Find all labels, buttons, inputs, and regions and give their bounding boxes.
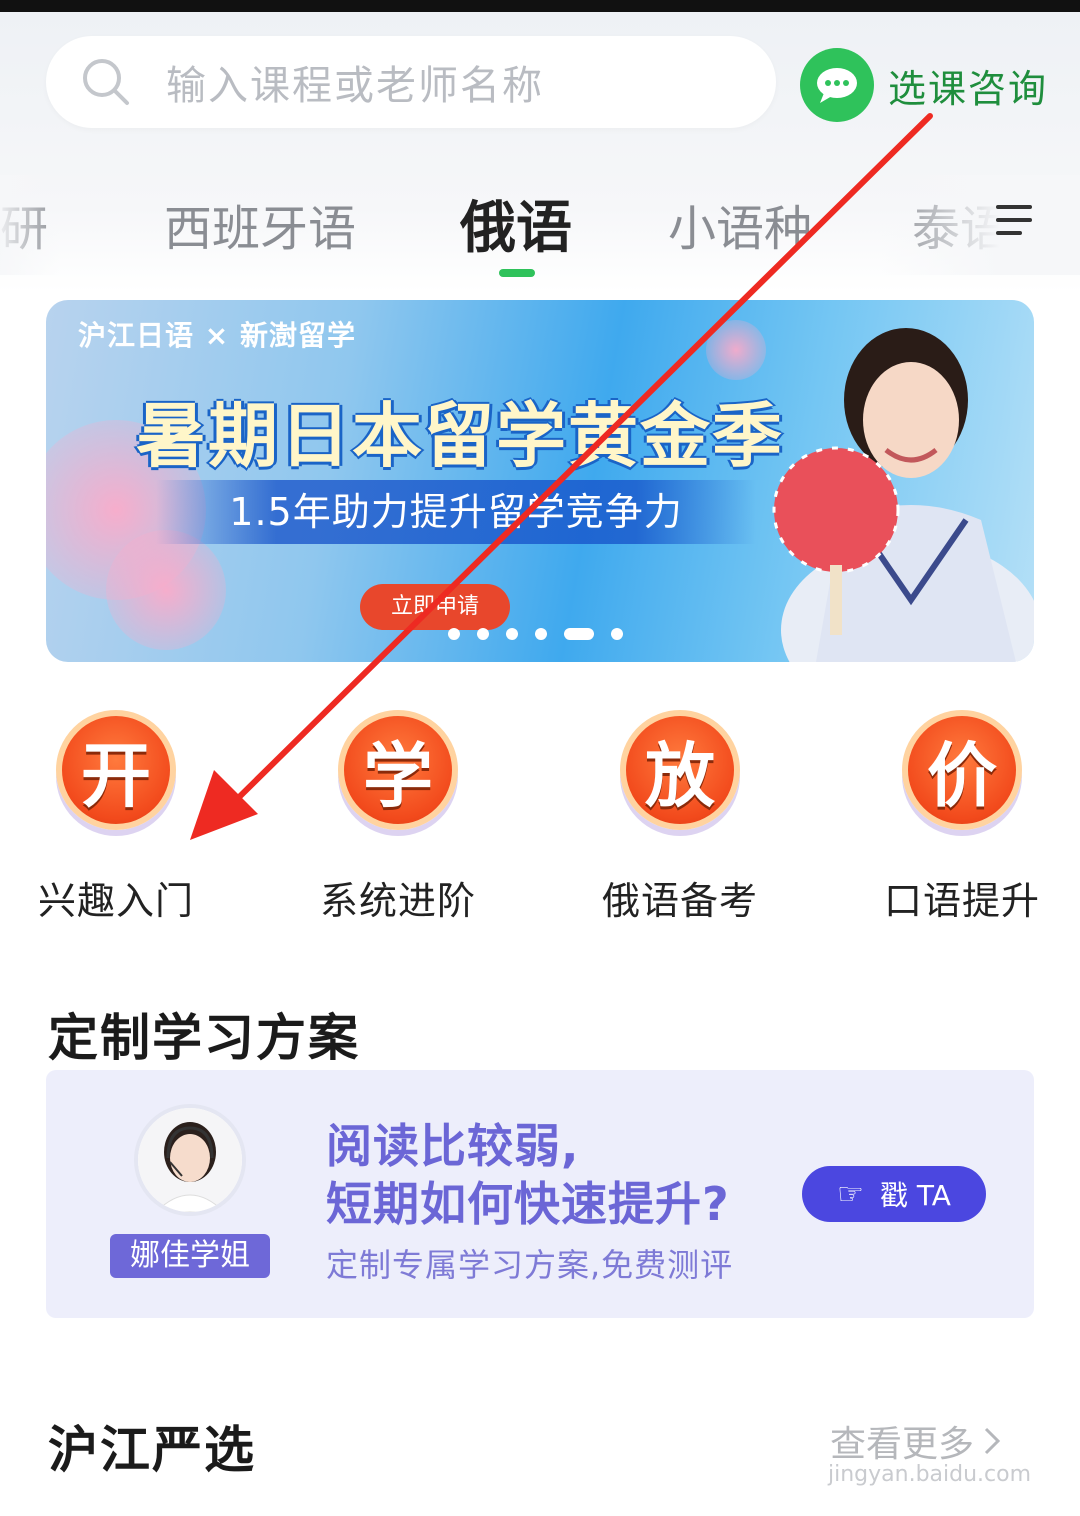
tab-russian[interactable]: 俄语 bbox=[460, 183, 572, 264]
advisor-name-tag: 娜佳学姐 bbox=[110, 1234, 270, 1278]
carousel-dot[interactable] bbox=[611, 628, 623, 640]
kai-badge-icon: 开 bbox=[56, 710, 176, 830]
carousel-dot[interactable] bbox=[477, 628, 489, 640]
study-plan-card[interactable]: 娜佳学姐 阅读比较弱, 短期如何快速提升? 定制专属学习方案,免费测评 ☞ 戳 … bbox=[46, 1070, 1034, 1318]
tab-spanish[interactable]: 西班牙语 bbox=[164, 189, 356, 259]
plan-description: 定制专属学习方案,免费测评 bbox=[326, 1246, 734, 1284]
carousel-indicator bbox=[448, 628, 640, 640]
entry-systematic-advance[interactable]: 学 系统进阶 bbox=[298, 700, 498, 925]
badge-char: 放 bbox=[645, 734, 715, 817]
status-bar bbox=[0, 0, 1080, 12]
search-input[interactable]: 输入课程或老师名称 bbox=[46, 36, 776, 128]
jia-badge-icon: 价 bbox=[902, 710, 1022, 830]
blossom-decoration bbox=[106, 530, 226, 650]
badge-char: 价 bbox=[927, 734, 997, 817]
entry-interest-intro[interactable]: 开 兴趣入门 bbox=[16, 700, 216, 925]
carousel-dot[interactable] bbox=[506, 628, 518, 640]
carousel-dot[interactable] bbox=[535, 628, 547, 640]
menu-icon[interactable] bbox=[990, 197, 1036, 243]
banner-model-image bbox=[772, 328, 1034, 662]
view-more-label: 查看更多 bbox=[830, 1424, 975, 1465]
carousel-dot[interactable] bbox=[448, 628, 460, 640]
tab-fade-left bbox=[0, 175, 60, 275]
plan-question-line2: 短期如何快速提升? bbox=[326, 1177, 730, 1231]
pointing-hand-icon: ☞ bbox=[837, 1176, 864, 1212]
entry-russian-exam[interactable]: 放 俄语备考 bbox=[580, 700, 780, 925]
entry-label: 俄语备考 bbox=[601, 879, 758, 923]
entry-label: 兴趣入门 bbox=[37, 879, 194, 923]
view-more-link[interactable]: 查看更多 bbox=[830, 1415, 1004, 1467]
entry-label: 系统进阶 bbox=[319, 879, 476, 923]
carousel-dot[interactable] bbox=[564, 628, 594, 640]
chat-icon bbox=[800, 48, 874, 122]
chevron-right-icon bbox=[984, 1427, 1001, 1455]
badge-char: 开 bbox=[81, 734, 151, 817]
plan-question-line1: 阅读比较弱, bbox=[326, 1119, 580, 1173]
search-icon bbox=[83, 59, 129, 105]
fang-badge-icon: 放 bbox=[620, 710, 740, 830]
category-tabs: 考研 西班牙语 俄语 小语种 泰语 bbox=[0, 175, 1080, 285]
xue-badge-icon: 学 bbox=[338, 710, 458, 830]
selection-section-title: 沪江严选 bbox=[48, 1421, 256, 1479]
entry-speaking-improve[interactable]: 价 口语提升 bbox=[862, 700, 1062, 925]
poke-ta-button[interactable]: ☞ 戳 TA bbox=[802, 1166, 986, 1222]
quick-entry-row: 开 兴趣入门 学 系统进阶 放 俄语备考 价 口语提升 bbox=[0, 700, 1080, 923]
watermark: jingyan.baidu.com bbox=[828, 1462, 1032, 1487]
banner-apply-button[interactable]: 立即申请 bbox=[360, 584, 510, 630]
tab-minor-languages[interactable]: 小语种 bbox=[668, 189, 812, 259]
consult-label: 选课咨询 bbox=[888, 66, 1049, 111]
promo-banner[interactable]: 沪江日语 × 新澍留学 暑期日本留学黄金季 1.5年助力提升留学竞争力 立即申请 bbox=[46, 300, 1034, 662]
tab-fade-right bbox=[880, 175, 1080, 275]
course-consult-button[interactable]: 选课咨询 bbox=[800, 46, 1050, 124]
poke-label: 戳 TA bbox=[879, 1179, 951, 1212]
banner-brand: 沪江日语 × 新澍留学 bbox=[78, 319, 356, 352]
active-tab-indicator bbox=[499, 269, 535, 277]
badge-char: 学 bbox=[363, 734, 433, 817]
advisor-avatar bbox=[134, 1104, 246, 1216]
entry-label: 口语提升 bbox=[883, 879, 1040, 923]
search-placeholder: 输入课程或老师名称 bbox=[166, 63, 544, 109]
banner-subtitle: 1.5年助力提升留学竞争力 bbox=[156, 480, 756, 544]
plan-section-title: 定制学习方案 bbox=[48, 1009, 360, 1067]
banner-headline: 暑期日本留学黄金季 bbox=[136, 395, 784, 477]
